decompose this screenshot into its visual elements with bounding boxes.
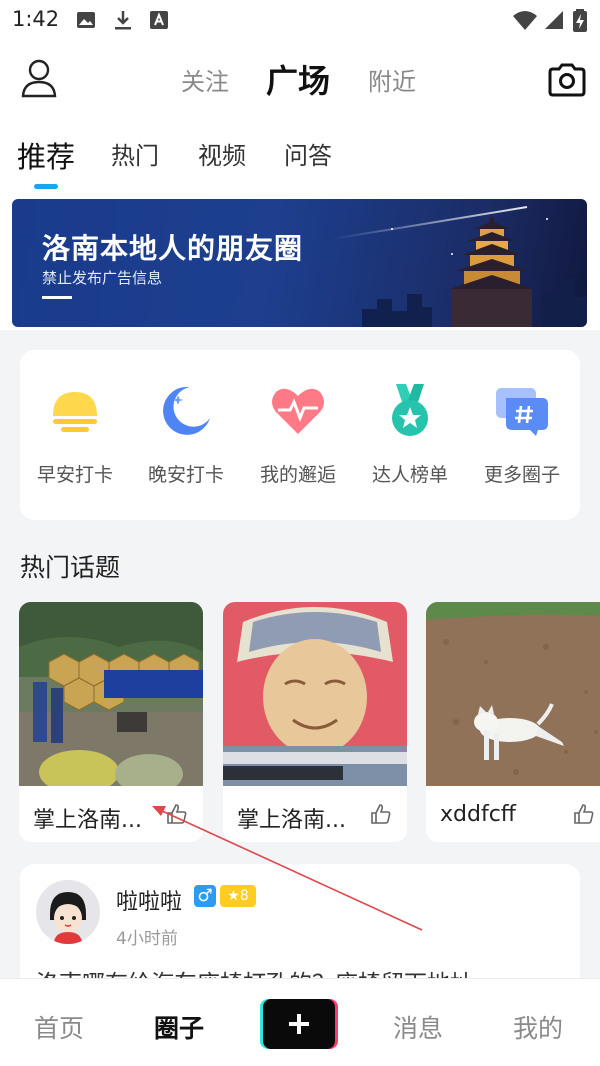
quick-link-encounter[interactable]: 我的邂逅 bbox=[248, 380, 348, 490]
active-tab-indicator bbox=[34, 184, 58, 189]
topic-card[interactable]: 掌上洛南... bbox=[19, 602, 203, 842]
topic-name: 掌上洛南... bbox=[33, 808, 142, 833]
moon-icon bbox=[163, 386, 210, 435]
user-avatar-icon bbox=[36, 880, 100, 944]
topic-image bbox=[19, 602, 203, 786]
level-value: 8 bbox=[239, 888, 249, 904]
topic-image bbox=[426, 602, 600, 786]
subtab-qa[interactable]: 问答 bbox=[284, 136, 332, 171]
heart-pulse-icon bbox=[272, 388, 324, 434]
subtab-hot[interactable]: 热门 bbox=[111, 136, 159, 171]
nav-messages[interactable]: 消息 bbox=[393, 1009, 443, 1045]
banner-underline bbox=[42, 296, 72, 299]
level-badge: ★8 bbox=[220, 885, 256, 907]
nav-home[interactable]: 首页 bbox=[34, 1009, 84, 1045]
banner-section: 洛南本地人的朋友圈 禁止发布广告信息 bbox=[0, 190, 600, 330]
thumbs-up-icon[interactable] bbox=[369, 802, 393, 826]
topic-name: 掌上洛南... bbox=[237, 808, 346, 833]
star-icon: ★ bbox=[227, 888, 240, 904]
gender-badge: ♂ bbox=[194, 885, 216, 907]
hot-topics-title: 热门话题 bbox=[20, 553, 121, 582]
camera-icon[interactable] bbox=[547, 62, 587, 98]
subtab-video[interactable]: 视频 bbox=[198, 136, 246, 171]
quick-link-night[interactable]: 晚安打卡 bbox=[136, 380, 236, 490]
image-icon bbox=[77, 12, 95, 28]
thumbs-up-icon[interactable] bbox=[165, 802, 189, 826]
nav-circles[interactable]: 圈子 bbox=[154, 1009, 204, 1045]
nav-me[interactable]: 我的 bbox=[513, 1009, 563, 1045]
banner-subtitle: 禁止发布广告信息 bbox=[42, 269, 163, 287]
topic-card[interactable]: 掌上洛南... bbox=[223, 602, 407, 842]
medal-icon bbox=[392, 384, 428, 436]
status-bar: 1:42 bbox=[0, 0, 600, 40]
signal-icon bbox=[545, 11, 563, 29]
tab-follow[interactable]: 关注 bbox=[181, 62, 229, 97]
topic-image bbox=[223, 602, 407, 786]
quick-link-label: 晚安打卡 bbox=[147, 464, 224, 486]
quick-link-label: 早安打卡 bbox=[36, 464, 113, 486]
quick-links-card: 早安打卡 晚安打卡 我的邂逅 达人榜单 更多圈子 bbox=[20, 350, 580, 520]
quick-link-label: 我的邂逅 bbox=[259, 464, 336, 486]
profile-icon[interactable] bbox=[20, 58, 58, 98]
create-post-button[interactable] bbox=[263, 999, 335, 1049]
wifi-icon bbox=[513, 11, 537, 30]
banner-title: 洛南本地人的朋友圈 bbox=[42, 232, 304, 265]
quick-link-label: 达人榜单 bbox=[371, 464, 448, 486]
bottom-nav: 首页 圈子 消息 我的 bbox=[0, 978, 600, 1066]
a-badge-icon bbox=[150, 11, 168, 29]
post-time: 4小时前 bbox=[116, 929, 178, 949]
avatar[interactable] bbox=[36, 880, 100, 944]
topic-name: xddfcff bbox=[440, 802, 516, 827]
status-time: 1:42 bbox=[12, 7, 60, 31]
thumbs-up-icon[interactable] bbox=[572, 802, 596, 826]
quick-link-ranking[interactable]: 达人榜单 bbox=[360, 380, 460, 490]
quick-link-morning[interactable]: 早安打卡 bbox=[25, 380, 125, 490]
tab-nearby[interactable]: 附近 bbox=[368, 62, 416, 97]
chat-hash-icon bbox=[496, 388, 548, 436]
app-header: 关注 广场 附近 推荐 热门 视频 问答 bbox=[0, 40, 600, 190]
battery-charging-icon bbox=[573, 9, 587, 32]
quick-link-label: 更多圈子 bbox=[483, 464, 560, 486]
download-icon bbox=[115, 11, 131, 30]
tab-square[interactable]: 广场 bbox=[266, 56, 330, 102]
topic-card[interactable]: xddfcff bbox=[426, 602, 600, 842]
sun-icon bbox=[53, 392, 97, 432]
banner[interactable]: 洛南本地人的朋友圈 禁止发布广告信息 bbox=[12, 199, 587, 327]
quick-link-more-circles[interactable]: 更多圈子 bbox=[472, 380, 572, 490]
post-username[interactable]: 啦啦啦 bbox=[116, 884, 182, 916]
subtab-recommend[interactable]: 推荐 bbox=[17, 134, 75, 176]
